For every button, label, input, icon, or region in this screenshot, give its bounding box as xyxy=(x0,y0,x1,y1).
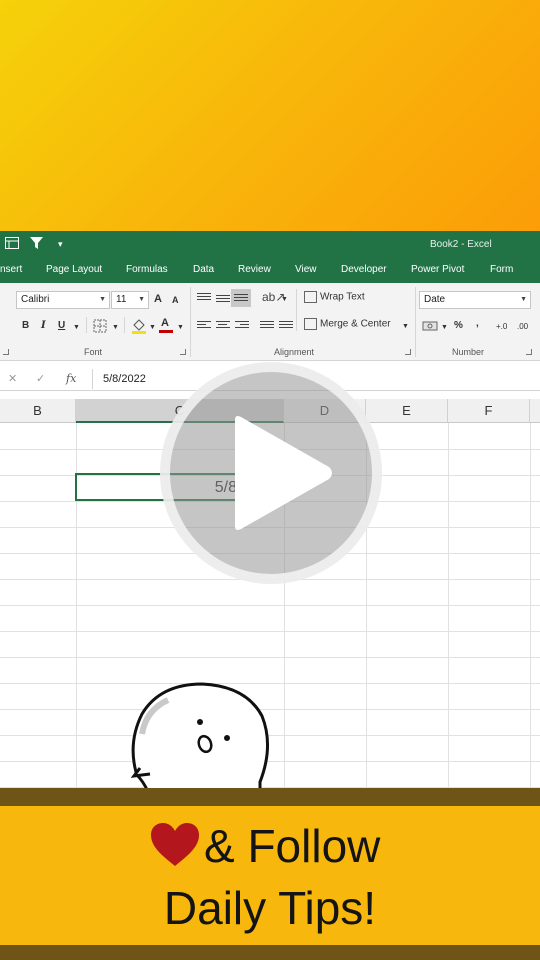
banner-top-band xyxy=(0,788,540,806)
font-name-select[interactable]: Calibri ▼ xyxy=(16,291,110,309)
chevron-down-icon[interactable]: ▼ xyxy=(177,322,184,334)
gridline xyxy=(0,761,540,762)
window-title: Book2 - Excel xyxy=(430,239,492,250)
follow-banner: & Follow Daily Tips! xyxy=(0,788,540,960)
align-center-icon[interactable] xyxy=(216,321,230,333)
gridline xyxy=(0,657,540,658)
gridline xyxy=(0,735,540,736)
font-size-value: 11 xyxy=(116,294,127,305)
tab-form[interactable]: Form xyxy=(490,264,513,275)
column-header-f[interactable]: F xyxy=(448,399,530,423)
number-dialog-launcher-icon[interactable] xyxy=(526,349,532,355)
wrap-text-button[interactable]: Wrap Text xyxy=(304,291,365,304)
font-color-swatch xyxy=(159,330,173,333)
title-bar: ▾ Book2 - Excel xyxy=(0,231,540,259)
play-button[interactable] xyxy=(160,362,382,584)
cancel-icon[interactable]: ✕ xyxy=(8,372,17,385)
form-icon[interactable] xyxy=(5,237,19,251)
column-header-e[interactable]: E xyxy=(366,399,448,423)
align-left-icon[interactable] xyxy=(197,321,211,333)
divider xyxy=(296,289,297,331)
column-header-b[interactable]: B xyxy=(0,399,76,423)
borders-icon[interactable] xyxy=(93,319,107,337)
number-format-select[interactable]: Date ▼ xyxy=(419,291,531,309)
middle-align-icon[interactable] xyxy=(216,295,230,307)
decrease-decimal-button[interactable]: .00 xyxy=(517,321,528,333)
bold-button[interactable]: B xyxy=(22,320,29,331)
group-label-number: Number xyxy=(452,347,485,357)
tab-view[interactable]: View xyxy=(295,264,317,275)
font-name-value: Calibri xyxy=(21,294,50,305)
grow-font-button[interactable]: A xyxy=(154,293,162,305)
enter-icon[interactable]: ✓ xyxy=(36,372,45,385)
chevron-down-icon[interactable]: ▼ xyxy=(402,321,409,333)
chevron-down-icon[interactable]: ▼ xyxy=(441,322,448,334)
align-right-icon[interactable] xyxy=(235,321,249,333)
font-color-glyph: A xyxy=(161,317,169,329)
play-icon xyxy=(235,416,332,530)
ribbon-tabs: nsert Page Layout Formulas Data Review V… xyxy=(0,259,540,283)
merge-center-icon xyxy=(304,318,317,330)
tab-insert[interactable]: nsert xyxy=(0,264,22,275)
top-gradient-background xyxy=(0,0,540,231)
accounting-format-icon[interactable] xyxy=(422,319,438,337)
divider xyxy=(124,317,125,333)
bottom-align-icon xyxy=(234,294,248,306)
tab-data[interactable]: Data xyxy=(193,264,214,275)
divider xyxy=(86,317,87,333)
group-label-alignment: Alignment xyxy=(274,347,315,357)
chevron-down-icon[interactable]: ▼ xyxy=(149,322,156,334)
comma-style-button[interactable]: , xyxy=(476,318,479,329)
tab-developer[interactable]: Developer xyxy=(341,264,387,275)
gridline xyxy=(0,605,540,606)
wrap-text-icon xyxy=(304,291,317,303)
top-align-icon[interactable] xyxy=(197,293,211,305)
percent-style-button[interactable]: % xyxy=(454,320,463,331)
font-dialog-launcher-icon[interactable] xyxy=(180,349,186,355)
shrink-font-button[interactable]: A xyxy=(172,295,179,305)
wrap-text-label: Wrap Text xyxy=(320,291,365,303)
qat-customize-icon[interactable]: ▾ xyxy=(58,237,72,251)
chevron-down-icon: ▼ xyxy=(138,296,145,303)
merge-center-button[interactable]: Merge & Center xyxy=(304,318,391,331)
bottom-align-button[interactable] xyxy=(231,289,251,307)
heart-icon xyxy=(151,823,199,866)
tab-power-pivot[interactable]: Power Pivot xyxy=(411,264,464,275)
alignment-dialog-launcher-icon[interactable] xyxy=(405,349,411,355)
tab-formulas[interactable]: Formulas xyxy=(126,264,168,275)
font-size-select[interactable]: 11 ▼ xyxy=(111,291,149,309)
group-label-font: Font xyxy=(84,347,103,357)
banner-daily-tips-text: Daily Tips! xyxy=(163,882,377,934)
chevron-down-icon[interactable]: ▼ xyxy=(281,294,288,306)
number-format-value: Date xyxy=(424,294,446,305)
italic-button[interactable]: I xyxy=(41,320,46,331)
speech-bubble-mascot-icon xyxy=(130,682,270,792)
clipboard-dialog-launcher-icon[interactable] xyxy=(3,349,9,355)
font-color-icon[interactable]: A xyxy=(159,317,173,335)
banner-bottom-band xyxy=(0,945,540,960)
group-divider xyxy=(415,287,416,357)
tab-page-layout[interactable]: Page Layout xyxy=(46,264,102,275)
chevron-down-icon[interactable]: ▼ xyxy=(112,322,119,334)
chevron-down-icon: ▼ xyxy=(520,296,527,303)
chevron-down-icon: ▼ xyxy=(99,296,106,303)
underline-button[interactable]: U xyxy=(58,320,65,331)
increase-indent-icon[interactable] xyxy=(279,321,293,333)
chevron-down-icon[interactable]: ▼ xyxy=(73,322,80,334)
group-divider xyxy=(190,287,191,357)
increase-decimal-button[interactable]: +.0 xyxy=(496,321,507,333)
gridline xyxy=(0,683,540,684)
gridline xyxy=(0,631,540,632)
ribbon: Calibri ▼ 11 ▼ A A B I U ▼ ▼ ▼ A ▼ Font xyxy=(0,283,540,361)
tab-review[interactable]: Review xyxy=(238,264,271,275)
gridline xyxy=(0,709,540,710)
insert-function-icon[interactable]: fx xyxy=(66,372,76,385)
filter-icon[interactable] xyxy=(30,237,44,251)
fill-color-icon[interactable] xyxy=(131,318,147,338)
merge-center-label: Merge & Center xyxy=(320,318,391,330)
decrease-indent-icon[interactable] xyxy=(260,321,274,333)
banner-follow-text: & Follow xyxy=(204,820,381,872)
